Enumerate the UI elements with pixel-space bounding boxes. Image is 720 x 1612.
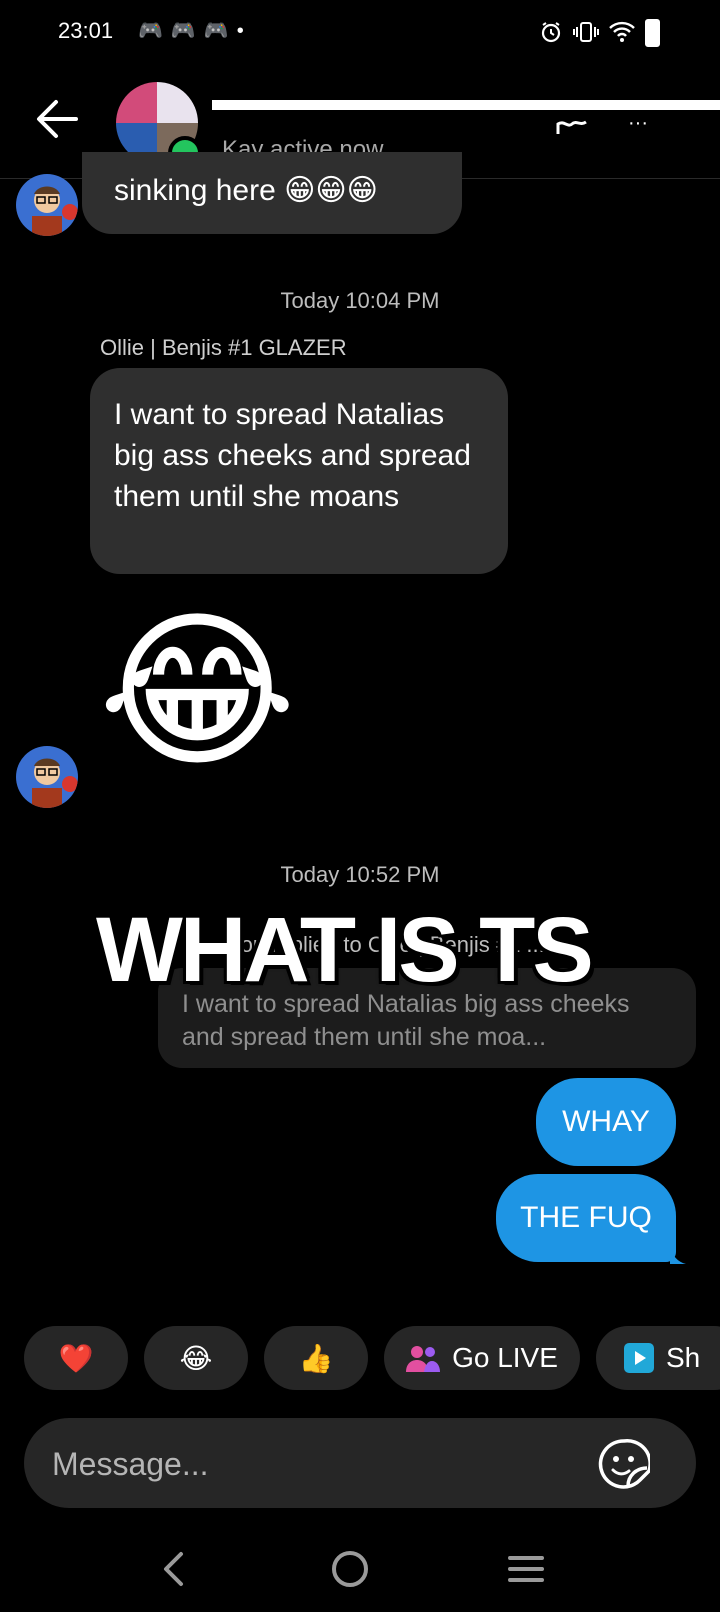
avatar-tile [157,82,198,123]
nav-home-button[interactable] [320,1542,380,1596]
message-text: I want to spread Natalias big ass cheeks… [114,398,471,513]
emoji-message[interactable]: 😂 [98,582,297,802]
share-label: Sh [666,1342,701,1373]
reaction-thumbs-up-button[interactable]: 👍 [264,1326,368,1390]
avatar-tile [116,82,157,123]
discord-icon: 🎮 [170,20,204,42]
message-bubble-incoming[interactable]: sinking here 😁😁😁 [82,152,462,234]
vibrate-icon [573,22,599,42]
meme-caption: WHAT IS TS [96,899,594,1001]
heart-icon: ❤️ [58,1342,94,1374]
thumbs-up-icon: 👍 [298,1342,334,1374]
status-time: 23:01 [58,18,114,43]
discord-icon: 🎮 [138,20,171,42]
message-bubble-incoming[interactable]: I want to spread Natalias big ass cheeks… [90,368,508,574]
sticker-icon[interactable] [598,1438,650,1490]
alarm-icon [541,22,561,43]
timestamp: Today 10:52 PM [280,862,440,887]
sender-avatar[interactable] [16,746,78,808]
message-text: sinking here 😁😁😁 [114,174,378,207]
wifi-icon [609,21,635,42]
message-composer [24,1418,696,1508]
message-input[interactable] [50,1440,614,1488]
nav-recents-button[interactable] [496,1542,556,1596]
discord-icon: 🎮 [203,20,237,42]
laughing-emoji-icon: 😂 [179,1342,213,1374]
message-text: WHAY [562,1105,650,1138]
go-live-label: Go LIVE [452,1342,558,1373]
notification-icons: 🎮🎮🎮• [138,18,252,43]
redaction-bar [212,100,720,110]
reaction-heart-button[interactable]: ❤️ [24,1326,128,1390]
go-live-button[interactable]: Go LIVE [384,1326,580,1390]
back-arrow-icon[interactable] [34,98,80,140]
system-icons [539,18,660,47]
notification-dot-icon: • [236,20,252,42]
bubble-tail [670,1246,686,1264]
home-circle-icon [332,1551,368,1587]
battery-icon [645,19,660,47]
nav-back-button[interactable] [144,1542,204,1596]
message-text: THE FUQ [520,1201,652,1234]
reaction-laugh-button[interactable]: 😂 [144,1326,248,1390]
sender-name: Ollie | Benjis #1 GLAZER [100,335,347,360]
redaction-scribble [556,120,587,134]
share-button[interactable]: Sh [596,1326,720,1390]
more-options-icon[interactable]: ··· [628,112,648,135]
play-icon [624,1343,654,1373]
sender-avatar[interactable] [16,174,78,236]
chevron-left-icon [164,1552,183,1586]
menu-lines-icon [508,1556,544,1582]
message-bubble-outgoing[interactable]: WHAY [536,1078,676,1166]
timestamp: Today 10:04 PM [280,288,440,313]
people-icon [406,1346,441,1372]
message-bubble-outgoing[interactable]: THE FUQ [496,1174,676,1262]
